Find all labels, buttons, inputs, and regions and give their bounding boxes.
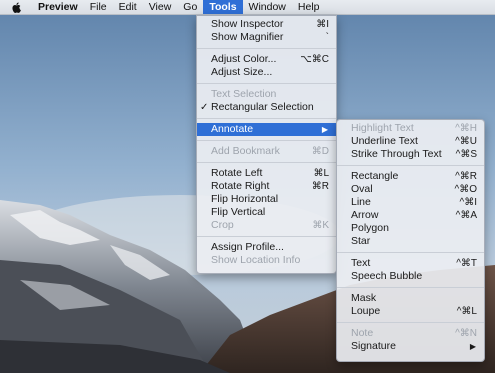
shortcut: ⌘R [311, 181, 329, 192]
menu-go[interactable]: Go [177, 0, 203, 14]
menu-item-oval[interactable]: Oval ^⌘O [337, 183, 484, 196]
shortcut: ^⌘T [456, 258, 477, 269]
menu-item-annotate[interactable]: Annotate ▶ [197, 123, 336, 136]
menu-item-mask[interactable]: Mask [337, 292, 484, 305]
menu-help[interactable]: Help [292, 0, 326, 14]
menu-separator [337, 322, 484, 323]
menu-preview[interactable]: Preview [32, 0, 84, 14]
menu-item-flip-vertical[interactable]: Flip Vertical [197, 206, 336, 219]
shortcut: ^⌘R [455, 171, 477, 182]
menu-item-note[interactable]: Note ^⌘N [337, 327, 484, 340]
shortcut: ` [325, 32, 329, 43]
shortcut: ^⌘H [455, 123, 477, 134]
shortcut: ⌘I [316, 19, 329, 30]
menu-item-loupe[interactable]: Loupe ^⌘L [337, 305, 484, 318]
menu-item-speech-bubble[interactable]: Speech Bubble [337, 270, 484, 283]
menu-separator [197, 140, 336, 141]
menu-view[interactable]: View [143, 0, 178, 14]
apple-logo-icon[interactable] [0, 0, 32, 14]
menu-bar: Preview File Edit View Go Tools Window H… [0, 0, 495, 15]
menu-item-line[interactable]: Line ^⌘I [337, 196, 484, 209]
menu-separator [337, 252, 484, 253]
menu-item-rectangle[interactable]: Rectangle ^⌘R [337, 170, 484, 183]
annotate-submenu: Highlight Text ^⌘H Underline Text ^⌘U St… [336, 119, 485, 362]
menu-window[interactable]: Window [243, 0, 292, 14]
shortcut: ^⌘I [459, 197, 477, 208]
menu-tools[interactable]: Tools [203, 0, 243, 14]
menu-item-rectangular-selection[interactable]: ✓ Rectangular Selection [197, 101, 336, 114]
menu-item-highlight-text[interactable]: Highlight Text ^⌘H [337, 122, 484, 135]
shortcut: ⌘K [312, 220, 329, 231]
menu-item-add-bookmark[interactable]: Add Bookmark ⌘D [197, 145, 336, 158]
menu-item-rotate-left[interactable]: Rotate Left ⌘L [197, 167, 336, 180]
shortcut: ^⌘U [455, 136, 477, 147]
shortcut: ^⌘O [454, 184, 477, 195]
shortcut: ⌥⌘C [300, 54, 329, 65]
menu-item-rotate-right[interactable]: Rotate Right ⌘R [197, 180, 336, 193]
tools-menu: Show Inspector ⌘I Show Magnifier ` Adjus… [196, 15, 337, 274]
menu-separator [197, 162, 336, 163]
menu-item-star[interactable]: Star [337, 235, 484, 248]
menu-item-crop[interactable]: Crop ⌘K [197, 219, 336, 232]
menu-item-flip-horizontal[interactable]: Flip Horizontal [197, 193, 336, 206]
menu-item-show-location-info[interactable]: Show Location Info [197, 254, 336, 267]
menu-item-strike-through-text[interactable]: Strike Through Text ^⌘S [337, 148, 484, 161]
shortcut: ⌘D [311, 146, 329, 157]
menu-separator [337, 165, 484, 166]
shortcut: ^⌘A [455, 210, 477, 221]
shortcut: ^⌘N [455, 328, 477, 339]
menu-item-adjust-color[interactable]: Adjust Color... ⌥⌘C [197, 53, 336, 66]
menu-item-assign-profile[interactable]: Assign Profile... [197, 241, 336, 254]
menu-separator [337, 287, 484, 288]
checkmark-icon: ✓ [200, 102, 209, 113]
shortcut: ⌘L [313, 168, 329, 179]
menu-separator [197, 118, 336, 119]
menu-item-show-magnifier[interactable]: Show Magnifier ` [197, 31, 336, 44]
menu-item-arrow[interactable]: Arrow ^⌘A [337, 209, 484, 222]
submenu-arrow-icon: ▶ [469, 342, 476, 351]
menu-item-underline-text[interactable]: Underline Text ^⌘U [337, 135, 484, 148]
menu-separator [197, 83, 336, 84]
menu-separator [197, 236, 336, 237]
menu-item-text[interactable]: Text ^⌘T [337, 257, 484, 270]
menu-item-signature[interactable]: Signature ▶ [337, 340, 484, 353]
menu-item-adjust-size[interactable]: Adjust Size... [197, 66, 336, 79]
menu-file[interactable]: File [84, 0, 113, 14]
menu-edit[interactable]: Edit [113, 0, 143, 14]
menu-item-polygon[interactable]: Polygon [337, 222, 484, 235]
menu-separator [197, 48, 336, 49]
menu-item-show-inspector[interactable]: Show Inspector ⌘I [197, 18, 336, 31]
shortcut: ^⌘L [456, 306, 477, 317]
menu-item-text-selection[interactable]: Text Selection [197, 88, 336, 101]
submenu-arrow-icon: ▶ [321, 125, 328, 134]
shortcut: ^⌘S [455, 149, 477, 160]
